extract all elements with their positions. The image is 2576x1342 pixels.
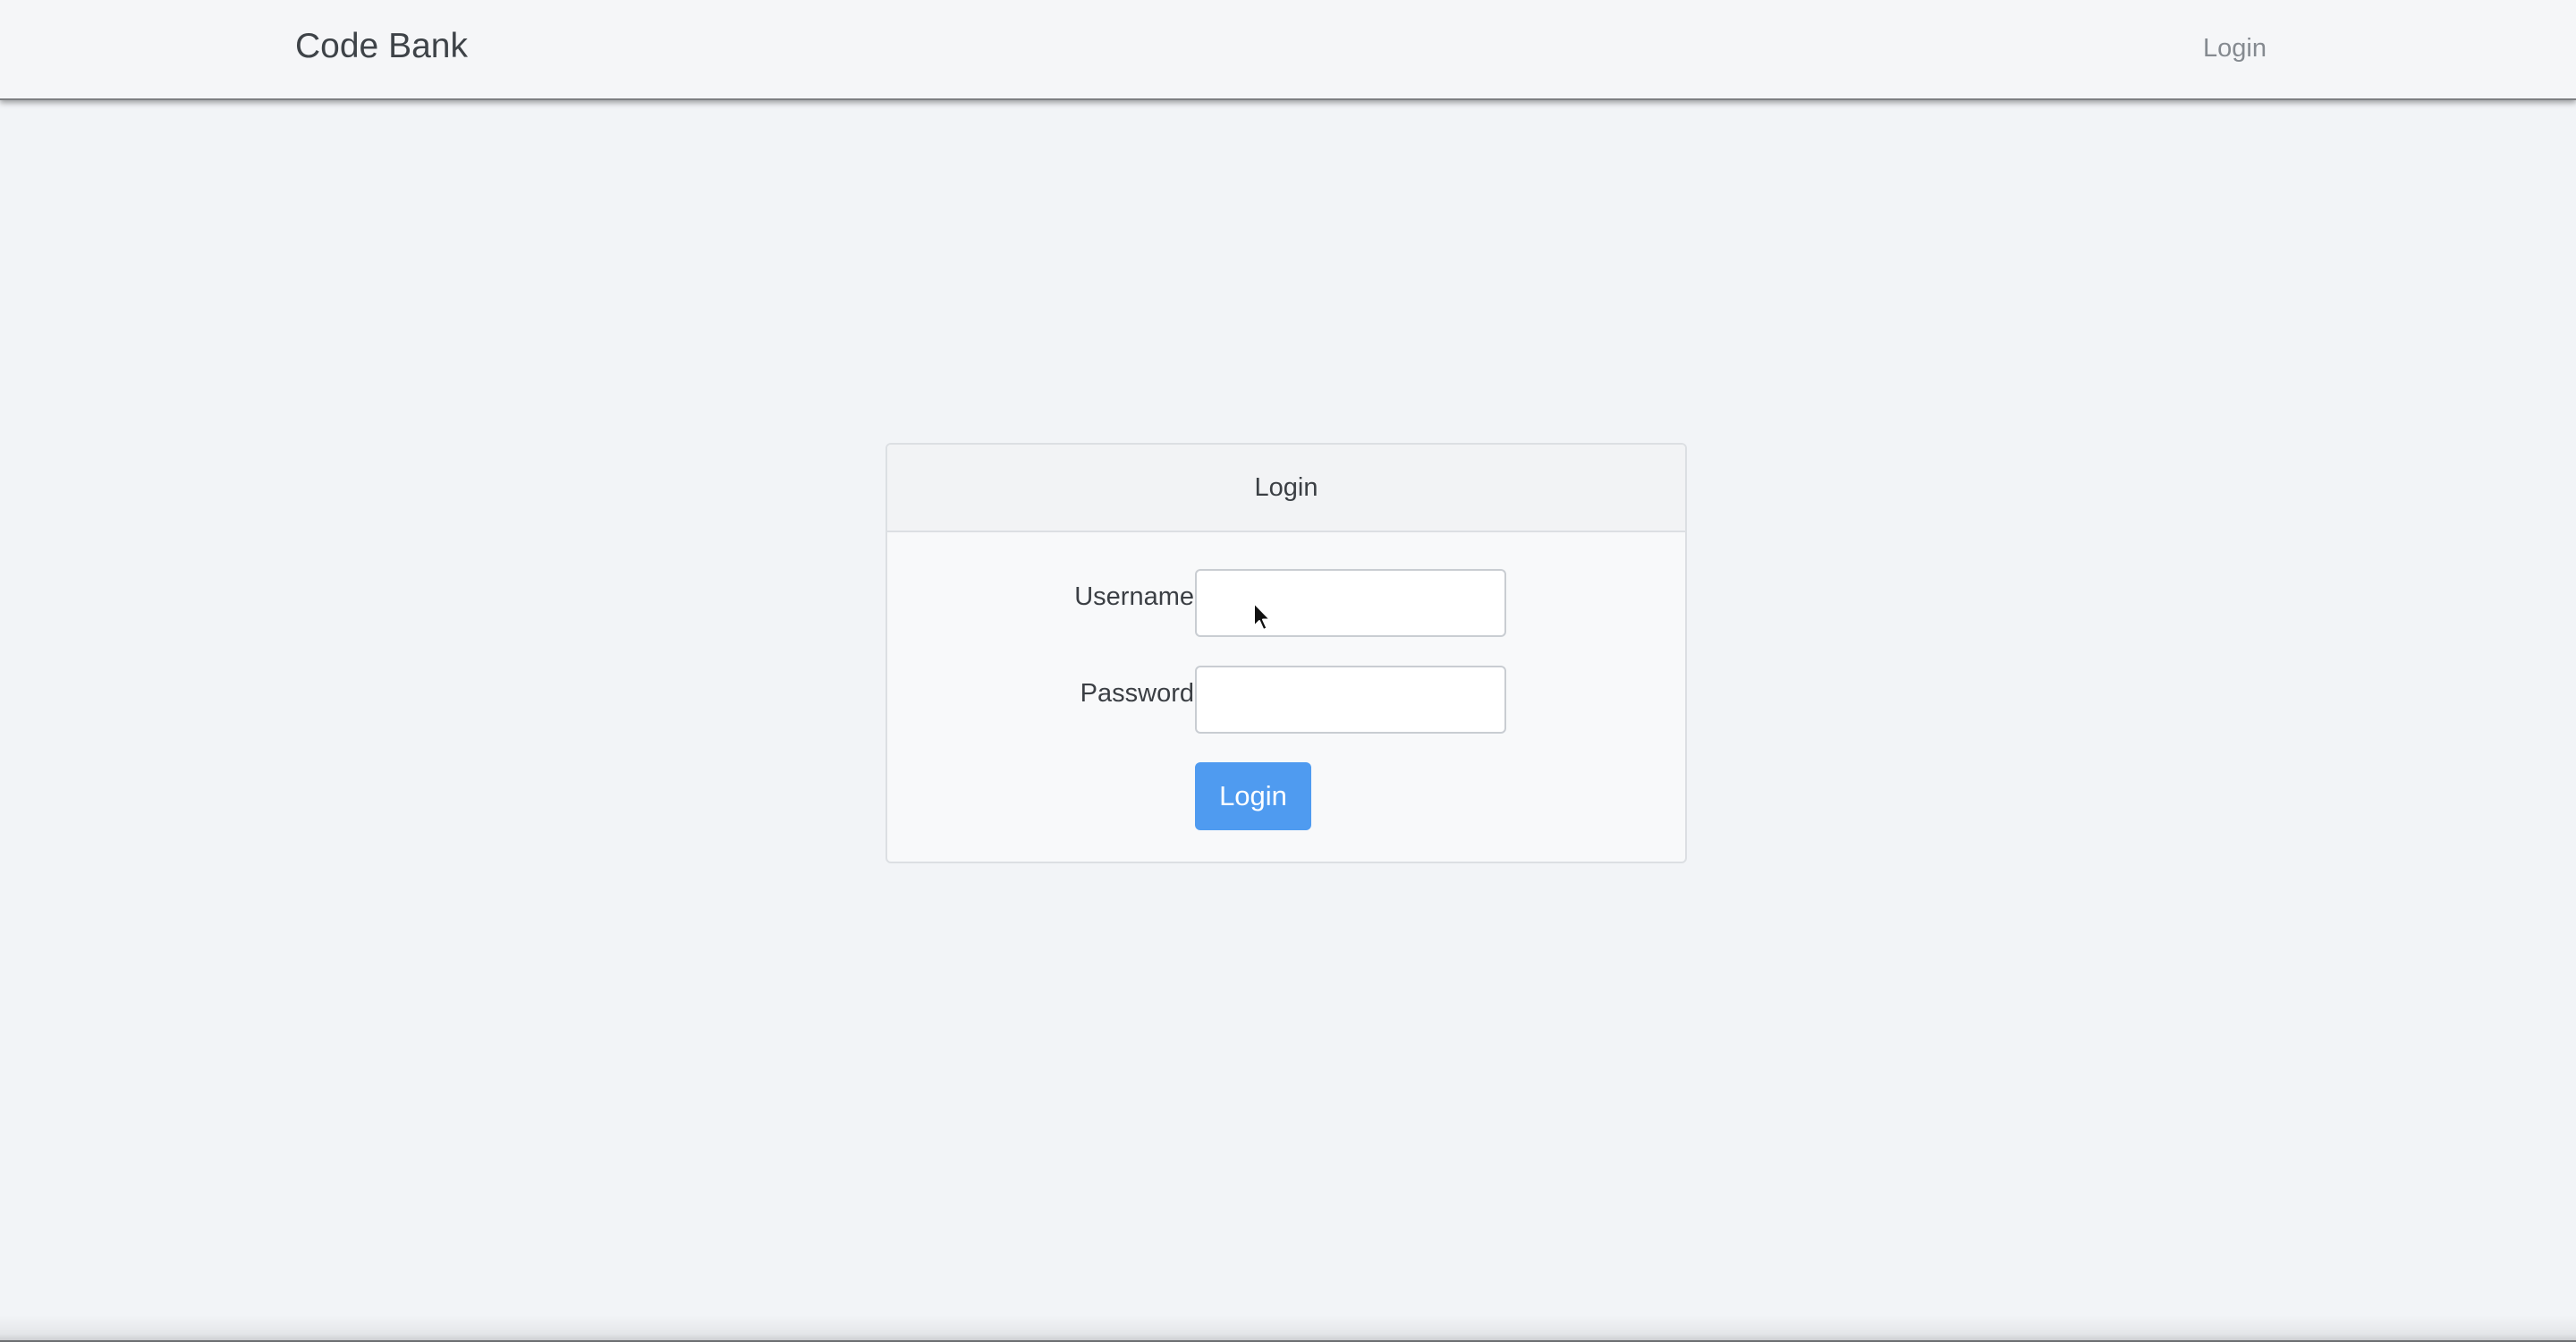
top-navbar: Code Bank Login	[0, 0, 2576, 100]
login-submit-button[interactable]: Login	[1195, 762, 1311, 830]
brand-link[interactable]: Code Bank	[295, 23, 468, 70]
password-label: Password	[1080, 679, 1194, 708]
nav-login-link[interactable]: Login	[2203, 30, 2267, 66]
bottom-shadow	[0, 1315, 2576, 1342]
password-input[interactable]	[1195, 666, 1506, 734]
login-panel-heading: Login	[887, 445, 1685, 532]
username-input[interactable]	[1195, 569, 1506, 637]
login-panel: Login Username Password Login	[886, 443, 1687, 863]
username-label: Username	[1074, 582, 1194, 611]
